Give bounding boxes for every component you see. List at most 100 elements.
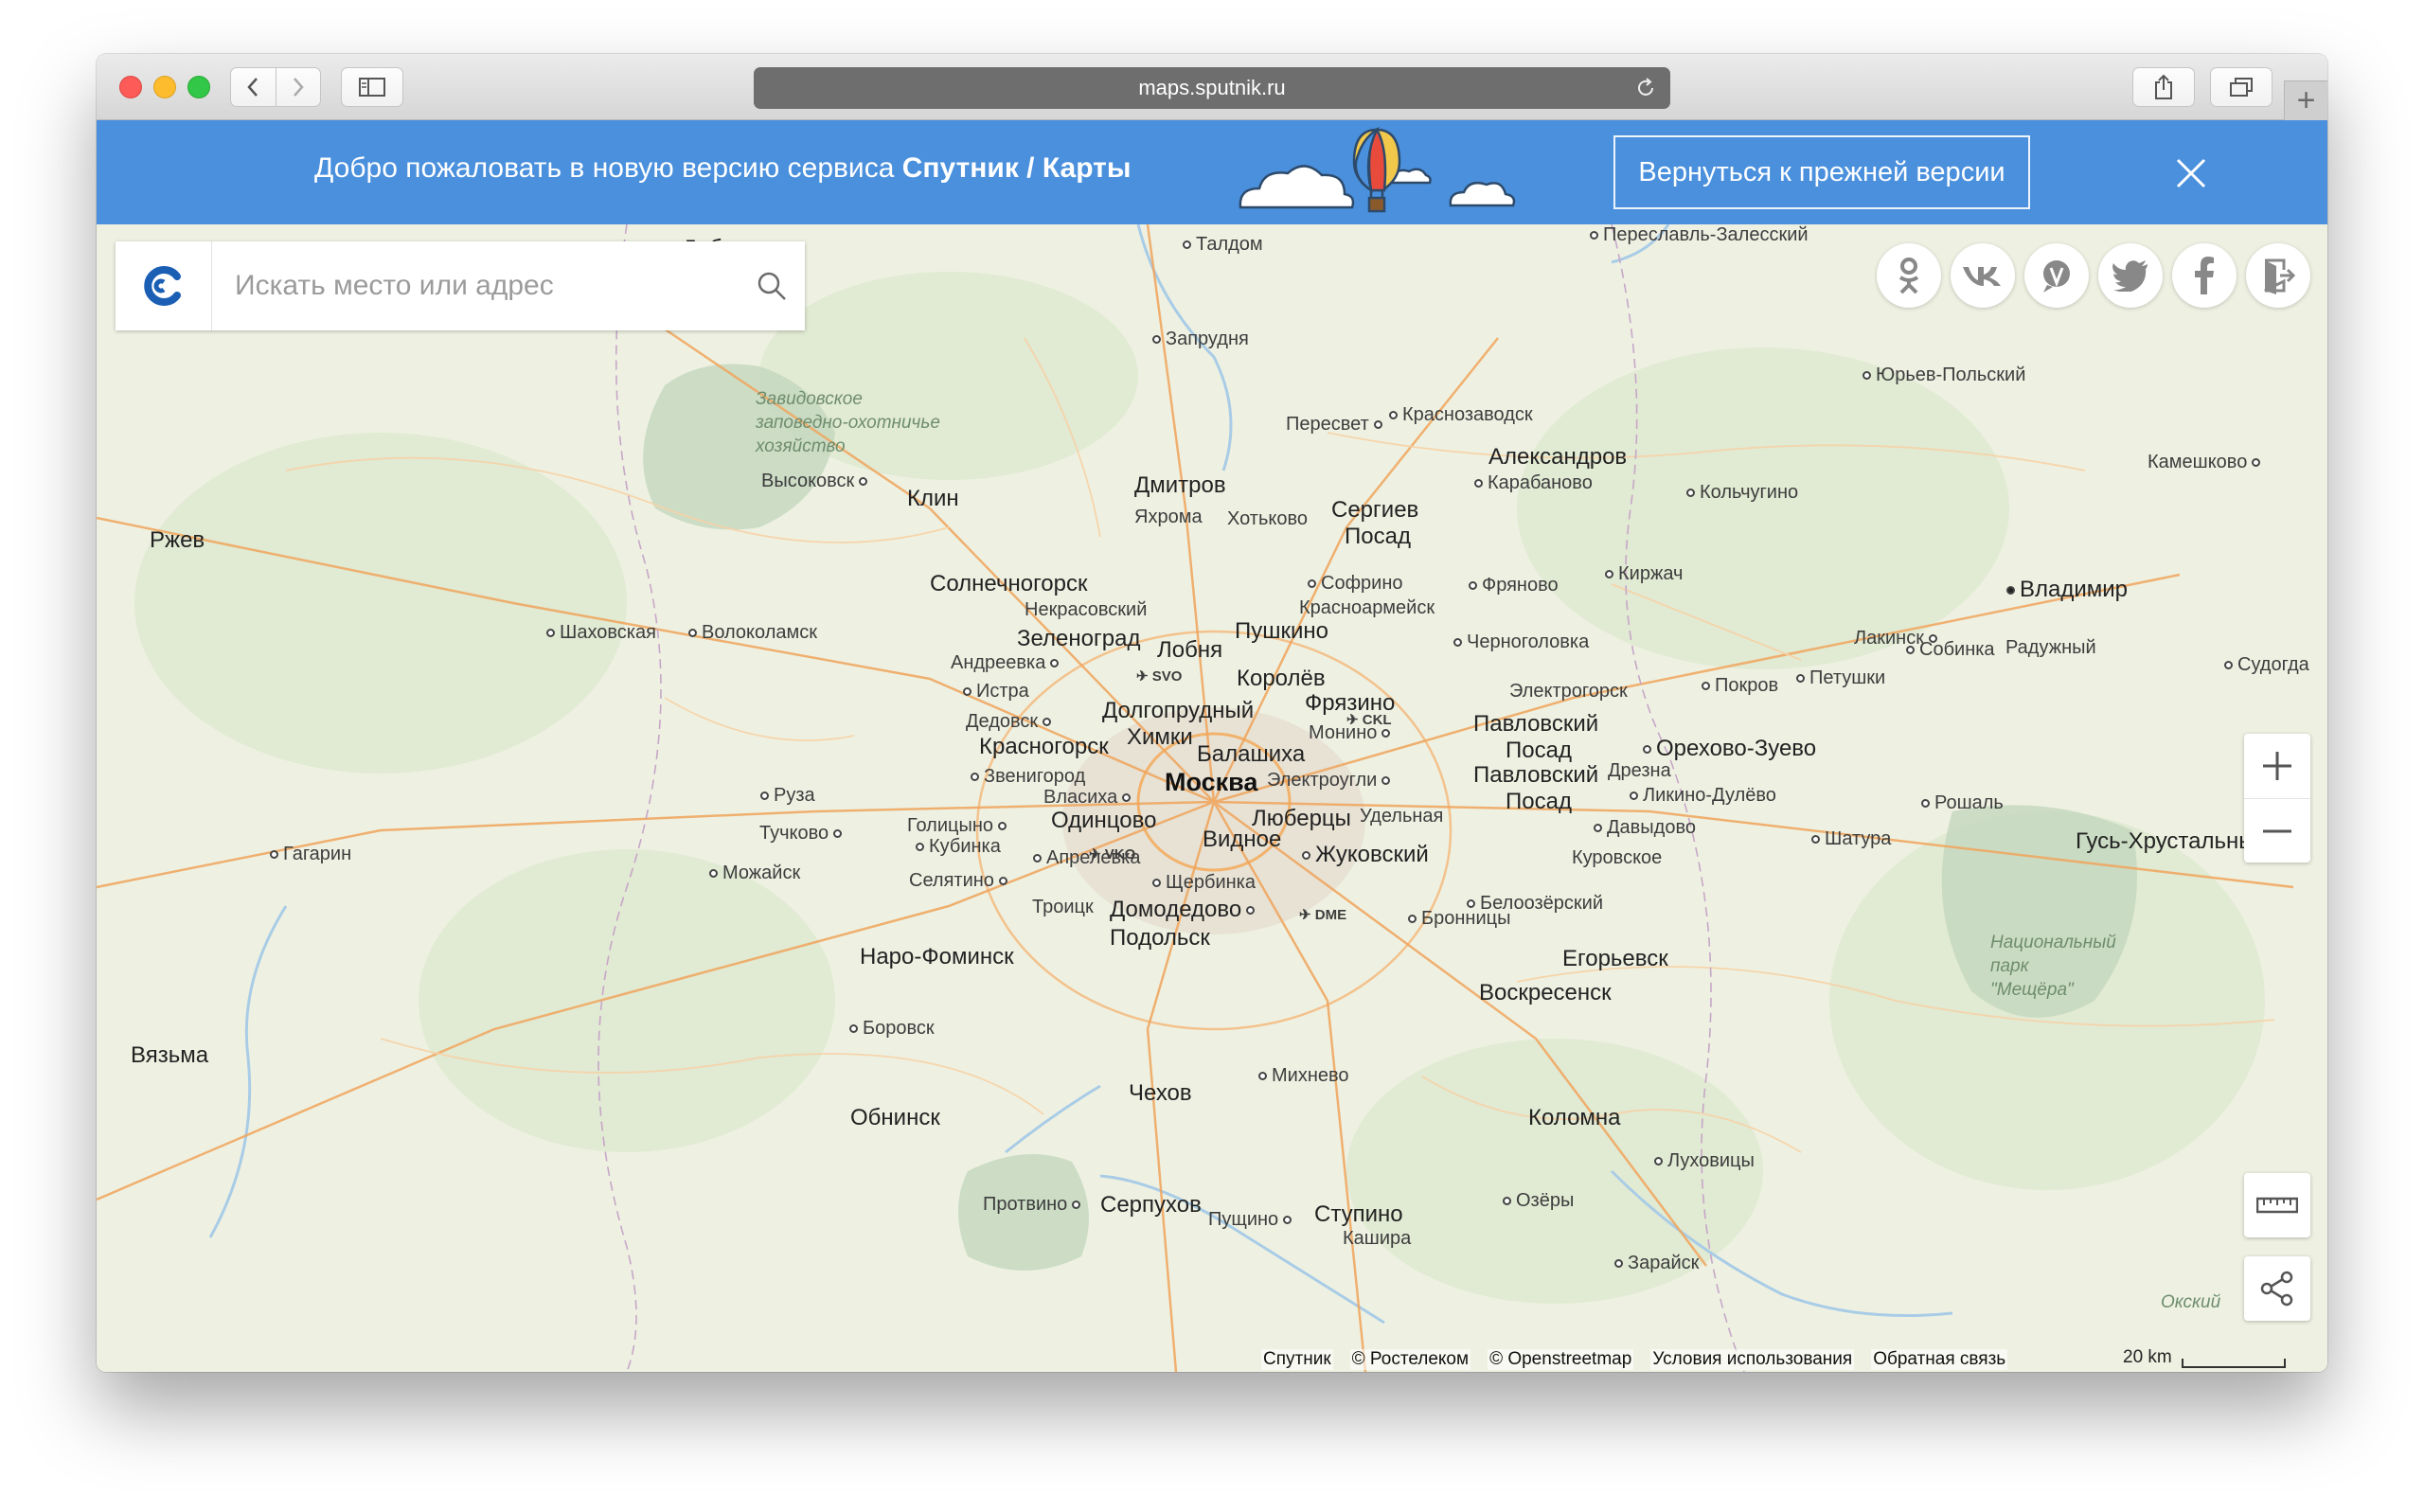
map-city-label[interactable]: Талдом bbox=[1178, 234, 1263, 256]
map-city-label[interactable]: Красноармейск bbox=[1299, 597, 1435, 619]
map-city-label[interactable]: Голицыно bbox=[907, 815, 1011, 837]
map-city-label[interactable]: Собинка bbox=[1901, 639, 1995, 661]
map-city-label[interactable]: Радужный bbox=[2005, 637, 2096, 659]
map-city-label[interactable]: Посад bbox=[1345, 524, 1411, 550]
map-city-label[interactable]: Давыдово bbox=[1589, 817, 1696, 839]
map-city-label[interactable]: Селятино bbox=[909, 870, 1012, 892]
map-city-label[interactable]: Балашиха bbox=[1197, 741, 1305, 768]
map-city-label[interactable]: Ликино-Дулёво bbox=[1625, 785, 1776, 807]
map-city-label[interactable]: Наро-Фоминск bbox=[860, 944, 1014, 970]
map-city-label[interactable]: Обнинск bbox=[850, 1105, 940, 1131]
close-banner-icon[interactable] bbox=[2174, 156, 2208, 190]
map-city-label[interactable]: Софрино bbox=[1303, 573, 1402, 595]
map-city-label[interactable]: Черноголовка bbox=[1449, 631, 1589, 653]
map-city-label[interactable]: Щербинка bbox=[1148, 872, 1256, 894]
map-city-label[interactable]: Воскресенск bbox=[1479, 980, 1612, 1006]
map-city-label[interactable]: Карабаново bbox=[1470, 472, 1593, 494]
sputnik-logo[interactable] bbox=[116, 241, 212, 330]
share-map-button[interactable] bbox=[2244, 1256, 2310, 1321]
zoom-in-button[interactable] bbox=[2244, 734, 2310, 798]
map-city-label[interactable]: Зарайск bbox=[1610, 1253, 1699, 1274]
map-city-label[interactable]: Юрьев-Польский bbox=[1858, 365, 2025, 386]
map-city-label[interactable]: Краснозаводск bbox=[1384, 404, 1533, 426]
map-city-label[interactable]: Электрогорск bbox=[1509, 681, 1628, 703]
map-city-label[interactable]: Гагарин bbox=[265, 844, 351, 865]
map-city-label[interactable]: Звенигород bbox=[966, 766, 1085, 788]
ruler-button[interactable] bbox=[2244, 1173, 2310, 1237]
new-tab-button[interactable]: + bbox=[2284, 80, 2327, 120]
reload-icon[interactable] bbox=[1634, 77, 1657, 99]
map-city-label[interactable]: Солнечногорск bbox=[930, 571, 1088, 597]
airport-label[interactable]: ✈ DME bbox=[1299, 906, 1346, 923]
map-city-label[interactable]: Рошаль bbox=[1916, 792, 2004, 814]
map-city-label[interactable]: Коломна bbox=[1528, 1105, 1621, 1131]
share-odnoklassniki-button[interactable] bbox=[1877, 243, 1941, 308]
map-city-label[interactable]: Тучково bbox=[759, 823, 847, 845]
minimize-window-button[interactable] bbox=[153, 76, 176, 98]
maximize-window-button[interactable] bbox=[187, 76, 210, 98]
zoom-out-button[interactable] bbox=[2244, 798, 2310, 863]
map-city-label[interactable]: Пересвет bbox=[1286, 414, 1387, 436]
map-city-label[interactable]: Некрасовский bbox=[1025, 599, 1147, 621]
map-city-label[interactable]: Электроугли bbox=[1267, 770, 1395, 792]
map-city-label[interactable]: Волоколамск bbox=[684, 622, 817, 644]
map-city-label[interactable]: Одинцово bbox=[1051, 808, 1156, 834]
map-city-label[interactable]: Видное bbox=[1203, 827, 1281, 853]
map-city-label[interactable]: Химки bbox=[1127, 724, 1193, 751]
map-city-label[interactable]: Боровск bbox=[845, 1018, 935, 1040]
map-city-label[interactable]: Королёв bbox=[1237, 666, 1326, 692]
map-city-label[interactable]: Кольчугино bbox=[1682, 482, 1798, 504]
map-city-label[interactable]: Павловский bbox=[1473, 762, 1598, 789]
footer-link-rostelecom[interactable]: © Ростелеком bbox=[1349, 1349, 1471, 1370]
map-city-label[interactable]: Яхрома bbox=[1134, 507, 1203, 528]
search-input[interactable] bbox=[212, 241, 739, 330]
map-city-label[interactable]: Переславль-Залесский bbox=[1585, 224, 1809, 246]
footer-link-terms[interactable]: Условия использования bbox=[1650, 1349, 1855, 1370]
map-city-label[interactable]: Пушкино bbox=[1235, 618, 1328, 645]
map-city-label[interactable]: Дрезна bbox=[1608, 760, 1671, 782]
map-city-label[interactable]: Судогда bbox=[2219, 654, 2309, 676]
map-city-label[interactable]: Запрудня bbox=[1148, 329, 1249, 350]
map-city-label[interactable]: Куровское bbox=[1572, 847, 1662, 869]
map-city-label[interactable]: Шаховская bbox=[542, 622, 656, 644]
share-vk-button[interactable] bbox=[1951, 243, 2015, 308]
share-facebook-button[interactable] bbox=[2172, 243, 2237, 308]
map-city-label[interactable]: Истра bbox=[958, 681, 1029, 703]
map-city-label[interactable]: Удельная bbox=[1360, 806, 1443, 827]
map-city-label[interactable]: Михнево bbox=[1254, 1065, 1349, 1087]
map-city-label[interactable]: Пущино bbox=[1208, 1209, 1296, 1231]
map-city-label[interactable]: Гусь-Хрустальный bbox=[2076, 828, 2268, 855]
map-city-label[interactable]: Москва bbox=[1165, 768, 1257, 797]
airport-label[interactable]: ✈ CKL bbox=[1346, 711, 1392, 728]
back-button[interactable] bbox=[231, 68, 276, 106]
share-twitter-button[interactable] bbox=[2098, 243, 2163, 308]
map-city-label[interactable]: Ступино bbox=[1314, 1201, 1403, 1228]
map-city-label[interactable]: Егорьевск bbox=[1562, 946, 1668, 972]
airport-label[interactable]: ✈ VKO bbox=[1089, 845, 1135, 863]
map-city-label[interactable]: Высоковск bbox=[761, 471, 872, 492]
map-city-label[interactable]: Серпухов bbox=[1100, 1192, 1202, 1218]
map-city-label[interactable]: Руза bbox=[756, 785, 815, 807]
footer-link-openstreetmap[interactable]: © Openstreetmap bbox=[1488, 1349, 1634, 1370]
map-city-label[interactable]: Хотьково bbox=[1227, 508, 1308, 530]
map-city-label[interactable]: Кубинка bbox=[911, 836, 1001, 858]
map-city-label[interactable]: Ржев bbox=[150, 527, 205, 554]
map-city-label[interactable]: Посад bbox=[1506, 738, 1572, 764]
search-button[interactable] bbox=[739, 270, 805, 302]
map-city-label[interactable]: Озёры bbox=[1498, 1190, 1574, 1212]
map-city-label[interactable]: Кашира bbox=[1343, 1228, 1411, 1250]
map-city-label[interactable]: Павловский bbox=[1473, 711, 1598, 738]
map-city-label[interactable]: Троицк bbox=[1032, 897, 1094, 918]
map-city-label[interactable]: Андреевка bbox=[951, 652, 1063, 674]
map-city-label[interactable]: Клин bbox=[907, 486, 959, 512]
map-city-label[interactable]: Владимир bbox=[2002, 577, 2128, 603]
map-city-label[interactable]: Лобня bbox=[1157, 637, 1222, 664]
login-button[interactable] bbox=[2246, 243, 2310, 308]
map-city-label[interactable]: Долгопрудный bbox=[1102, 698, 1254, 724]
map-city-label[interactable]: Камешково bbox=[2148, 452, 2265, 473]
footer-link-feedback[interactable]: Обратная связь bbox=[1871, 1349, 2008, 1370]
map-city-label[interactable]: Жуковский bbox=[1297, 842, 1429, 868]
map-city-label[interactable]: Посад bbox=[1506, 789, 1572, 815]
forward-button[interactable] bbox=[275, 68, 320, 106]
share-livejournal-button[interactable] bbox=[2024, 243, 2089, 308]
